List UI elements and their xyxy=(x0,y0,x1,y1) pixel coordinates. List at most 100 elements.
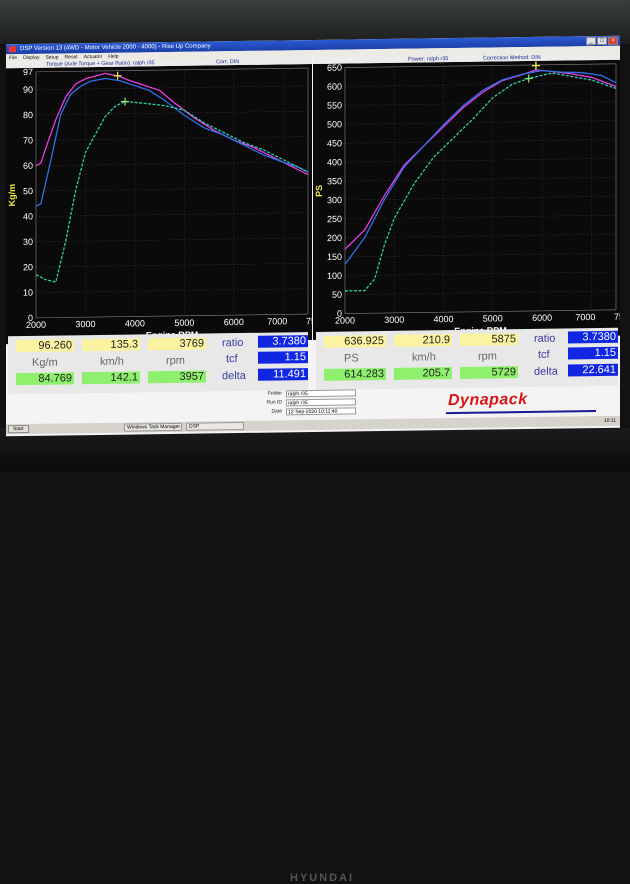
folder-field[interactable]: ralph r35 xyxy=(286,389,356,398)
power-y-tick-label: 250 xyxy=(327,214,342,224)
torque-y-axis-label: Kg/m xyxy=(7,184,17,207)
logo-underline xyxy=(446,410,596,415)
power-cursor-speed: 205.7 xyxy=(394,367,452,380)
minimize-button[interactable]: _ xyxy=(586,37,596,46)
menu-actuator[interactable]: Actuator xyxy=(84,53,103,61)
power-y-tick-label: 650 xyxy=(327,63,342,73)
torque-y-tick-label: 80 xyxy=(23,110,33,120)
power-peak-rpm: 5875 xyxy=(460,333,518,346)
power-x-tick-label: 2000 xyxy=(335,315,355,325)
power-y-tick-label: 200 xyxy=(327,233,342,243)
torque-y-tick-label: 97 xyxy=(23,67,33,77)
power-cursor-rpm: 5729 xyxy=(460,366,518,379)
power-cursor-value: 614.283 xyxy=(324,367,386,381)
torque-unit-label: Kg/m xyxy=(32,356,58,369)
tcf-label: tcf xyxy=(226,353,238,366)
taskbar-item-task-manager[interactable]: Windows Task Manager xyxy=(124,422,182,432)
power-ratio-label: ratio xyxy=(534,332,556,345)
power-delta-value: 22.641 xyxy=(568,363,618,377)
tcf-value[interactable]: 1.15 xyxy=(258,351,308,364)
torque-peak-value: 96.260 xyxy=(16,339,74,353)
power-tcf-value[interactable]: 1.15 xyxy=(568,346,618,360)
torque-cursor-value: 84.769 xyxy=(16,372,74,386)
torque-x-tick-label: 3000 xyxy=(75,319,95,329)
screen: DSP Version 13 (4WD - Motor Vehicle 2000… xyxy=(6,35,620,437)
power-delta-label: delta xyxy=(534,365,558,378)
close-button[interactable]: × xyxy=(608,36,618,45)
delta-value: 11.491 xyxy=(258,368,308,381)
power-panel: Power: ralph r35 Correction Method: DIN … xyxy=(313,53,620,340)
torque-chart[interactable]: 0102030405060708090972000 3000 4000 5000 600… xyxy=(6,64,312,345)
power-speed-unit-label: km/h xyxy=(412,351,436,364)
torque-peak-speed: 135.3 xyxy=(82,338,140,352)
dynapack-logo: Dynapack xyxy=(448,391,528,410)
torque-y-tick-label: 70 xyxy=(23,135,33,145)
date-field: 12-Sep-2020 10:11:40 xyxy=(286,407,356,416)
window-title: DSP Version 13 (4WD - Motor Vehicle 2000… xyxy=(20,43,211,53)
torque-y-tick-label: 40 xyxy=(23,211,33,221)
speed-unit-label: km/h xyxy=(100,355,124,368)
power-x-tick-label: 7000 xyxy=(575,312,595,322)
power-y-tick-label: 450 xyxy=(327,138,342,148)
menu-file[interactable]: File xyxy=(9,54,17,62)
power-y-axis-label: PS xyxy=(314,185,324,197)
power-ratio-value[interactable]: 3.7380 xyxy=(568,330,618,344)
power-plot-background xyxy=(313,59,620,340)
torque-y-tick-label: 90 xyxy=(23,85,33,95)
torque-cursor-rpm: 3957 xyxy=(148,370,206,384)
torque-y-tick-label: 60 xyxy=(23,161,33,171)
run-info: Folder ralph r35 Run ID ralph r35 Date 1… xyxy=(256,386,616,419)
power-x-tick-label: 6000 xyxy=(532,313,552,323)
power-y-tick-label: 150 xyxy=(327,252,342,262)
torque-x-tick-label: 7000 xyxy=(267,316,287,326)
monitor-brand: HYUNDAI xyxy=(290,872,355,884)
power-readouts: 636.925 210.9 5875 PS km/h rpm 614.283 2… xyxy=(316,327,618,390)
torque-y-tick-label: 20 xyxy=(23,262,33,272)
ratio-value[interactable]: 3.7380 xyxy=(258,335,308,348)
menu-display[interactable]: Display xyxy=(23,54,39,62)
delta-label: delta xyxy=(222,369,246,383)
menu-help[interactable]: Help xyxy=(108,53,118,61)
power-x-tick-label: 3000 xyxy=(384,315,404,325)
app-icon xyxy=(9,46,16,53)
maximize-button[interactable]: □ xyxy=(597,36,607,46)
rpm-unit-label: rpm xyxy=(166,354,185,368)
taskbar-item-dsp[interactable]: DSP xyxy=(186,421,244,431)
runid-field[interactable]: ralph r35 xyxy=(286,398,356,407)
power-unit-label: PS xyxy=(344,352,359,365)
torque-panel: Torque (Axle Torque + Gear Ratio): ralph… xyxy=(6,58,312,345)
power-x-tick-label: 5000 xyxy=(483,313,503,323)
torque-x-tick-label: 2000 xyxy=(26,320,46,330)
power-peak-speed: 210.9 xyxy=(394,334,452,347)
power-y-tick-label: 350 xyxy=(327,176,342,186)
torque-peak-rpm: 3769 xyxy=(148,337,206,351)
power-y-tick-label: 100 xyxy=(327,271,342,281)
torque-x-tick-label: 6000 xyxy=(224,317,244,327)
torque-x-tick-label: 4000 xyxy=(125,318,145,328)
power-y-tick-label: 550 xyxy=(327,100,342,110)
power-peak-value: 636.925 xyxy=(324,334,386,348)
torque-y-tick-label: 30 xyxy=(23,237,33,247)
torque-y-tick-label: 10 xyxy=(23,288,33,298)
torque-cursor-speed: 142.1 xyxy=(82,371,140,385)
torque-plot-background xyxy=(6,64,312,345)
torque-x-tick-label: 7500 xyxy=(306,316,312,326)
power-tcf-label: tcf xyxy=(538,348,550,361)
date-label: Date xyxy=(271,408,282,415)
menu-reset[interactable]: Reset xyxy=(65,53,78,61)
start-button[interactable]: Start xyxy=(8,424,29,434)
power-y-tick-label: 500 xyxy=(327,119,342,129)
torque-y-tick-label: 50 xyxy=(23,186,33,196)
power-y-tick-label: 400 xyxy=(327,157,342,167)
clock: 10:11 xyxy=(603,417,616,424)
power-chart[interactable]: 0501001502002503003504004505005506006502… xyxy=(313,59,620,340)
power-x-tick-label: 4000 xyxy=(434,314,454,324)
power-y-tick-label: 600 xyxy=(327,82,342,92)
menu-setup[interactable]: Setup xyxy=(45,54,58,62)
power-y-tick-label: 300 xyxy=(327,195,342,205)
power-rpm-unit-label: rpm xyxy=(478,350,497,363)
power-x-tick-label: 7500 xyxy=(614,312,620,322)
torque-readouts: 96.260 135.3 3769 Kg/m km/h rpm 84.769 1… xyxy=(8,332,308,395)
ratio-label: ratio xyxy=(222,336,244,350)
torque-x-tick-label: 5000 xyxy=(174,318,194,328)
